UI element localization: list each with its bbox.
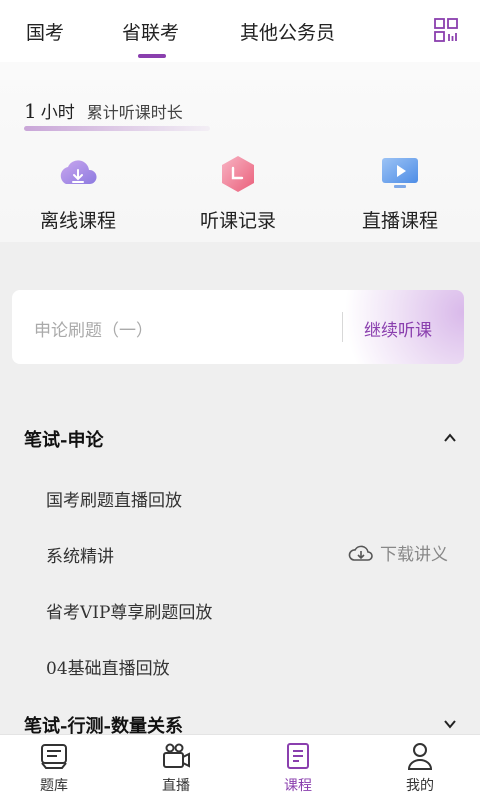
nav-courses[interactable]: 课程 (268, 741, 328, 795)
top-tab-bar: 国考 省联考 其他公务员 (0, 0, 480, 62)
lesson-item[interactable]: 省考VIP尊享刷题回放 (46, 598, 212, 623)
hours-underline-bar (24, 126, 210, 131)
hours-label: 累计听课时长 (86, 103, 183, 122)
lesson-item[interactable]: 国考刷题直播回放 (46, 486, 182, 511)
nav-question-bank[interactable]: 题库 (24, 741, 84, 795)
live-courses-label: 直播课程 (361, 210, 438, 232)
clock-hexagon-icon (222, 156, 254, 192)
tab-other-civil[interactable]: 其他公务员 (240, 18, 335, 45)
user-icon (407, 743, 433, 770)
chevron-down-icon[interactable] (442, 716, 458, 732)
nav-live-label: 直播 (162, 778, 190, 794)
offline-courses-button[interactable]: 离线课程 (8, 154, 148, 233)
hours-value: 1 (24, 99, 37, 123)
nav-live[interactable]: 直播 (146, 741, 206, 795)
question-bank-icon (41, 744, 67, 769)
study-summary-panel: 1 小时 累计听课时长 离线课程 听课记录 直播课程 (0, 62, 480, 242)
tab-shenglian[interactable]: 省联考 (122, 18, 179, 45)
cloud-download-icon (348, 545, 373, 561)
continue-listening-button[interactable]: 继续听课 (364, 316, 432, 341)
live-courses-button[interactable]: 直播课程 (330, 154, 470, 233)
hours-unit: 小时 (40, 103, 75, 123)
chevron-up-icon[interactable] (442, 430, 458, 446)
nav-mine[interactable]: 我的 (390, 741, 450, 795)
continue-learning-card[interactable]: 申论刷题（一） 继续听课 (12, 290, 464, 364)
nav-question-bank-label: 题库 (40, 778, 68, 794)
monitor-play-icon (382, 158, 418, 188)
course-book-icon (287, 743, 309, 769)
listening-hours: 1 小时 累计听课时长 (24, 98, 183, 123)
card-divider (342, 312, 343, 342)
cloud-download-icon (60, 160, 97, 184)
nav-courses-label: 课程 (284, 778, 312, 794)
last-course-title: 申论刷题（一） (34, 321, 153, 341)
lesson-item[interactable]: 系统精讲 (46, 542, 114, 567)
tab-guokao[interactable]: 国考 (26, 18, 64, 45)
download-handout-button[interactable]: 下载讲义 (348, 540, 448, 565)
listening-history-button[interactable]: 听课记录 (168, 154, 308, 233)
download-handout-label: 下载讲义 (380, 545, 448, 565)
offline-courses-label: 离线课程 (39, 210, 116, 232)
nav-mine-label: 我的 (406, 778, 434, 794)
active-tab-indicator (138, 54, 166, 58)
bottom-navigation: 题库 直播 课程 我的 (0, 734, 480, 800)
listening-history-label: 听课记录 (199, 210, 276, 232)
video-camera-icon (163, 743, 190, 768)
lesson-item[interactable]: 04基础直播回放 (46, 654, 170, 679)
section-title-shenlun[interactable]: 笔试-申论 (24, 426, 103, 452)
grid-menu-icon[interactable] (434, 18, 458, 42)
